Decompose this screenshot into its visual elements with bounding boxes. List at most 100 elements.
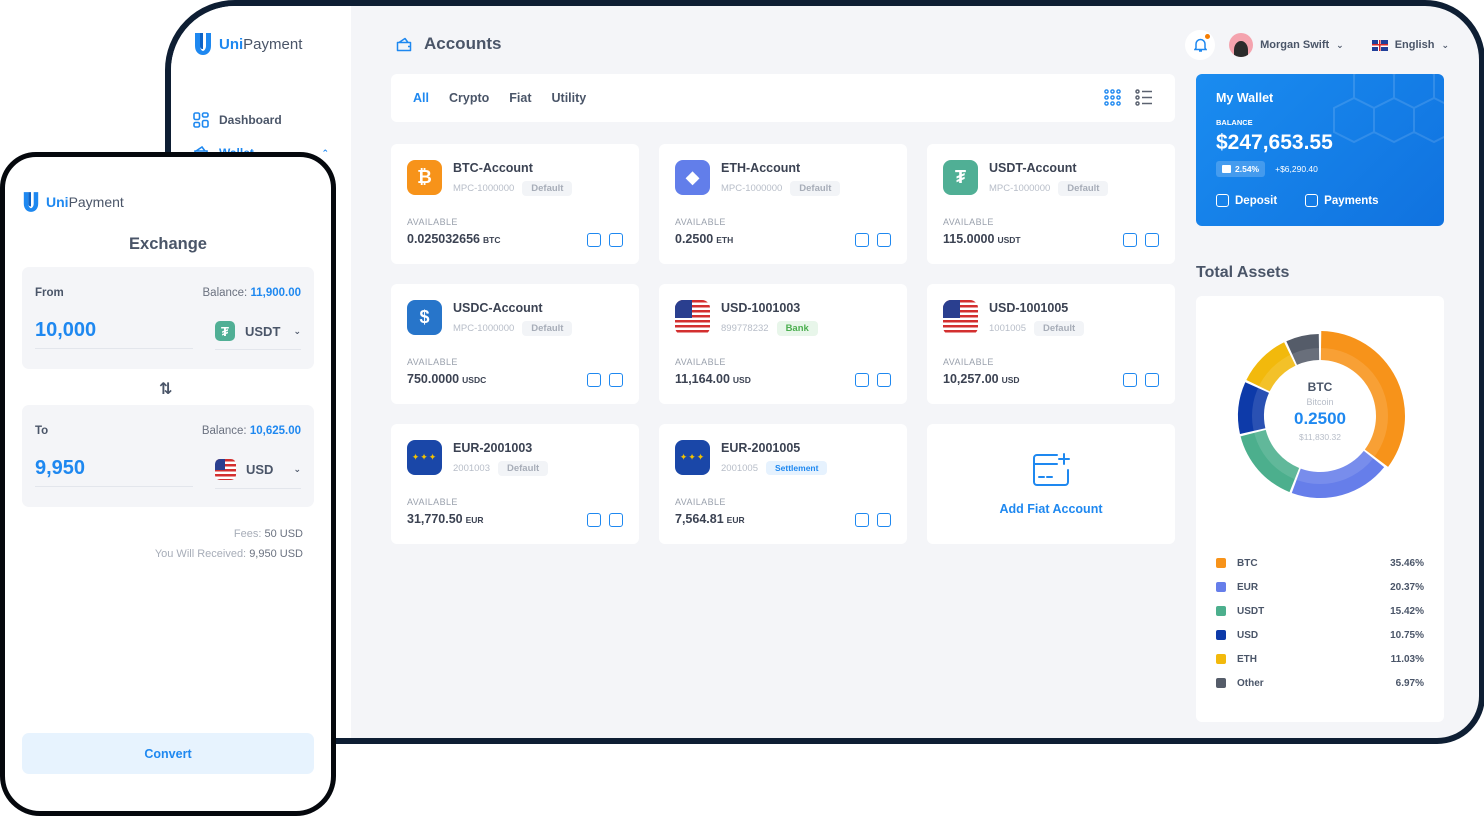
donut-center-value: $11,830.32	[1299, 432, 1341, 442]
balance-amount: 11,164.00	[675, 372, 730, 386]
balance-unit: USD	[1001, 375, 1020, 385]
logo[interactable]: UniPayment	[193, 32, 302, 56]
grid-view-icon[interactable]	[1104, 89, 1121, 106]
from-label: From	[35, 287, 64, 299]
swap-icon[interactable]: ⇅	[159, 379, 172, 399]
from-box: From Balance: 11,900.00 10,000 ₮ USDT ⌄	[22, 267, 314, 369]
legend-swatch	[1216, 558, 1226, 568]
send-icon[interactable]	[1145, 233, 1159, 247]
account-id: 2001003	[453, 463, 490, 474]
legend-item[interactable]: ETH 11.03%	[1216, 647, 1424, 671]
balance-unit: EUR	[465, 515, 484, 525]
deposit-icon[interactable]	[587, 233, 601, 247]
legend-item[interactable]: EUR 20.37%	[1216, 575, 1424, 599]
account-id: MPC-1000000	[453, 323, 515, 334]
account-badge: Bank	[776, 321, 818, 336]
account-card[interactable]: ✦✦✦ EUR-2001005 2001005 Settlement AVAILA…	[659, 424, 907, 544]
send-icon[interactable]	[877, 373, 891, 387]
balance-unit: USDT	[997, 235, 1021, 245]
deposit-icon[interactable]	[1123, 373, 1137, 387]
send-icon[interactable]	[877, 513, 891, 527]
legend-item[interactable]: Other 6.97%	[1216, 671, 1424, 695]
account-badge: Default	[522, 321, 573, 336]
sidebar-item-label: Dashboard	[219, 113, 282, 127]
deposit-icon[interactable]	[855, 233, 869, 247]
account-card[interactable]: USD-1001003 899778232 Bank AVAILABLE 11,1…	[659, 284, 907, 404]
account-actions	[1123, 373, 1159, 387]
balance-amount: 115.0000	[943, 232, 995, 246]
legend-value: 11.03%	[1390, 653, 1424, 665]
to-amount-input[interactable]: 9,950	[35, 457, 193, 487]
total-assets-title: Total Assets	[1196, 264, 1290, 281]
balance-value: 11,900.00	[250, 287, 301, 299]
deposit-label: Deposit	[1235, 194, 1278, 207]
payments-button[interactable]: Payments	[1305, 194, 1379, 207]
tab-all[interactable]: All	[413, 91, 429, 105]
account-balance: 0.025032656 BTC	[407, 232, 500, 246]
total-assets-panel: BTC Bitcoin 0.2500 $11,830.32 BTC 35.46% E…	[1196, 296, 1444, 722]
send-icon[interactable]	[1145, 373, 1159, 387]
balance-unit: BTC	[483, 235, 501, 245]
hexagon-pattern-icon	[1333, 74, 1444, 144]
wallet-icon	[396, 37, 412, 51]
legend-item[interactable]: USDT 15.42%	[1216, 599, 1424, 623]
add-fiat-account-button[interactable]: Add Fiat Account	[927, 424, 1175, 544]
currency-label: USDT	[245, 323, 281, 339]
account-actions	[1123, 233, 1159, 247]
account-actions	[587, 233, 623, 247]
legend-value: 6.97%	[1395, 677, 1424, 689]
deposit-icon[interactable]	[587, 513, 601, 527]
from-currency-select[interactable]: ₮ USDT ⌄	[215, 321, 301, 350]
uk-flag-icon	[1371, 39, 1388, 51]
account-card[interactable]: ₿ BTC-Account MPC-1000000 Default AVAILAB…	[391, 144, 639, 264]
from-amount-input[interactable]: 10,000	[35, 319, 193, 349]
deposit-icon[interactable]	[1123, 233, 1137, 247]
ethereum-icon: ◆	[675, 160, 710, 195]
send-icon[interactable]	[609, 513, 623, 527]
tab-fiat[interactable]: Fiat	[509, 91, 531, 105]
legend-swatch	[1216, 606, 1226, 616]
balance-value: 10,625.00	[249, 425, 301, 437]
legend-value: 15.42%	[1390, 605, 1424, 617]
notifications-button[interactable]	[1185, 30, 1216, 60]
deposit-icon[interactable]	[855, 513, 869, 527]
send-icon[interactable]	[609, 373, 623, 387]
legend-item[interactable]: USD 10.75%	[1216, 623, 1424, 647]
desktop-window: UniPayment Dashboard Wallet ⌃ Accounts M…	[165, 0, 1484, 744]
avatar	[1229, 33, 1254, 57]
deposit-icon[interactable]	[855, 373, 869, 387]
account-card[interactable]: USD-1001005 1001005 Default AVAILABLE 10,…	[927, 284, 1175, 404]
available-label: AVAILABLE	[407, 357, 458, 367]
us-flag-icon	[215, 459, 236, 480]
deposit-button[interactable]: Deposit	[1216, 194, 1277, 207]
send-icon[interactable]	[609, 233, 623, 247]
chevron-down-icon: ⌄	[1441, 39, 1449, 50]
us-flag-icon	[675, 300, 710, 335]
available-label: AVAILABLE	[943, 357, 994, 367]
user-menu[interactable]: Morgan Swift ⌄	[1229, 33, 1344, 57]
account-id: MPC-1000000	[453, 183, 515, 194]
user-name: Morgan Swift	[1260, 39, 1330, 51]
account-card[interactable]: ◆ ETH-Account MPC-1000000 Default AVAILAB…	[659, 144, 907, 264]
us-flag-icon	[943, 300, 978, 335]
deposit-icon[interactable]	[587, 373, 601, 387]
page-title-text: Accounts	[424, 34, 502, 53]
tab-crypto[interactable]: Crypto	[449, 91, 489, 105]
convert-button[interactable]: Convert	[22, 733, 314, 774]
sidebar-item-dashboard[interactable]: Dashboard	[193, 112, 282, 128]
view-toggle	[1104, 89, 1153, 106]
send-icon[interactable]	[877, 233, 891, 247]
account-name: EUR-2001003	[453, 441, 533, 455]
account-actions	[855, 373, 891, 387]
account-balance: 7,564.81 EUR	[675, 512, 745, 526]
tab-utility[interactable]: Utility	[552, 91, 587, 105]
mobile-logo[interactable]: UniPayment	[22, 191, 124, 213]
list-view-icon[interactable]	[1135, 89, 1153, 106]
account-card[interactable]: $ USDC-Account MPC-1000000 Default AVAILA…	[391, 284, 639, 404]
to-currency-select[interactable]: USD ⌄	[215, 459, 301, 489]
deposit-icon	[1216, 194, 1229, 207]
language-selector[interactable]: English ⌄	[1371, 39, 1449, 51]
legend-item[interactable]: BTC 35.46%	[1216, 551, 1424, 575]
account-card[interactable]: ₮ USDT-Account MPC-1000000 Default AVAILA…	[927, 144, 1175, 264]
account-card[interactable]: ✦✦✦ EUR-2001003 2001003 Default AVAILABLE…	[391, 424, 639, 544]
